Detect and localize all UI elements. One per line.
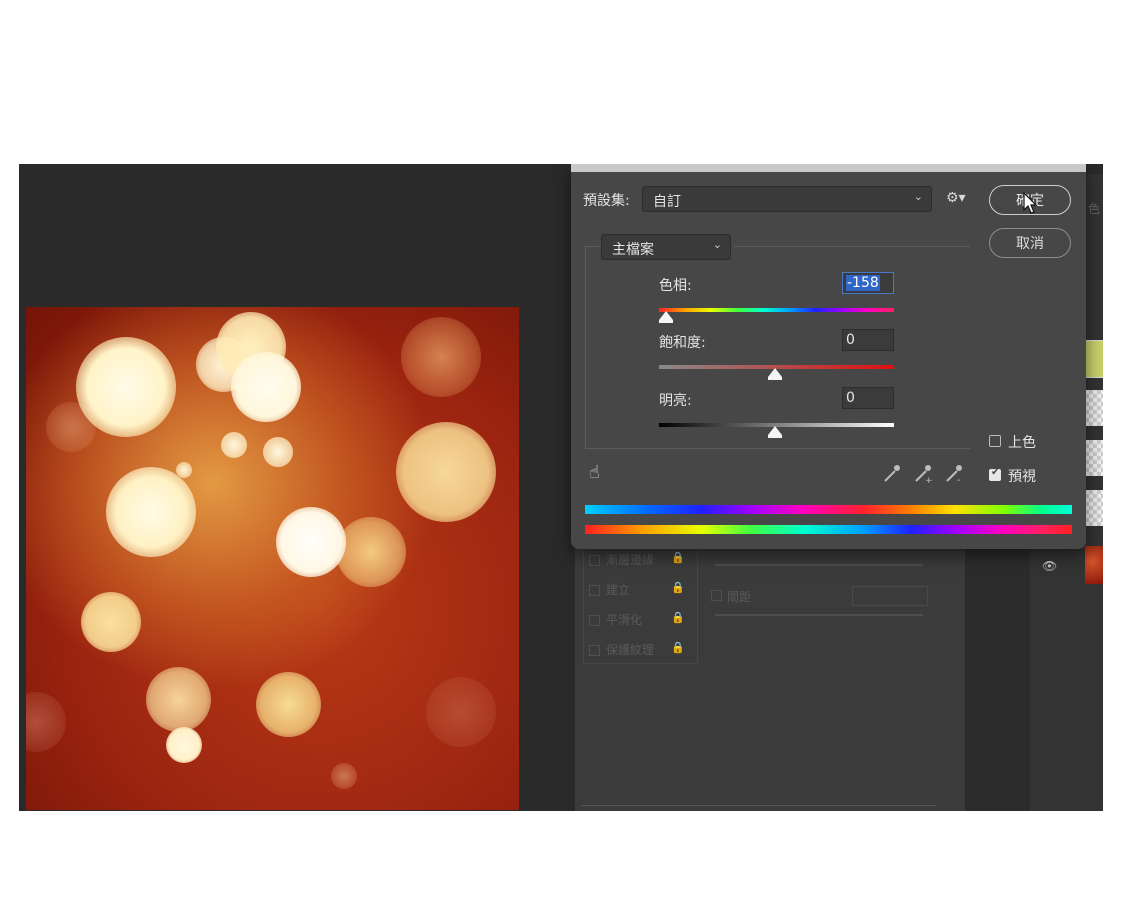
- preset-value: 自訂: [653, 194, 681, 210]
- bokeh-light: [166, 727, 202, 763]
- lightness-label: 明亮:: [659, 393, 692, 409]
- saturation-label: 飽和度:: [659, 335, 706, 351]
- layer-thumbnail[interactable]: [1085, 340, 1103, 378]
- divider: [581, 805, 936, 806]
- group-frame: [585, 448, 970, 449]
- checkbox: [589, 585, 600, 596]
- option-row: 保護紋理 🔒: [589, 641, 685, 657]
- bokeh-light: [401, 317, 481, 397]
- bokeh-light: [426, 677, 496, 747]
- spacing-field: [852, 586, 928, 606]
- bokeh-light: [106, 467, 196, 557]
- slider-track: [715, 564, 923, 566]
- lightness-slider-thumb[interactable]: [768, 426, 782, 438]
- bokeh-light: [396, 422, 496, 522]
- eyedropper-plus-icon[interactable]: +: [912, 462, 934, 484]
- bokeh-light: [221, 432, 247, 458]
- bokeh-light: [176, 462, 192, 478]
- panel-gap: [965, 524, 1030, 811]
- eyedropper-minus-icon[interactable]: -: [943, 462, 965, 484]
- hue-label: 色相:: [659, 278, 692, 294]
- hue-saturation-dialog: 預設集: 自訂 ⌄ ⚙▾ 確定 取消 主檔案 ⌄ 色相: -158 飽和度: 0…: [571, 164, 1086, 549]
- hue-value: -158: [846, 275, 880, 291]
- svg-text:+: +: [925, 476, 933, 484]
- saturation-input[interactable]: 0: [842, 329, 894, 351]
- chevron-down-icon: ⌄: [913, 190, 923, 203]
- checkbox: [589, 555, 600, 566]
- bokeh-light: [26, 692, 66, 752]
- photoshop-workspace: 漸層邊緣 🔒 建立 🔒 平滑化 🔒 保護紋理 🔒 間距 色 👁 預設集: 自訂 …: [19, 164, 1103, 811]
- bokeh-light: [256, 672, 321, 737]
- bokeh-light: [231, 352, 301, 422]
- option-label: 保護紋理: [606, 643, 655, 657]
- layer-thumbnail[interactable]: [1085, 440, 1103, 476]
- eyedropper-icon[interactable]: [881, 462, 903, 484]
- preview-checkbox[interactable]: [989, 467, 1001, 481]
- dialog-titlebar[interactable]: [571, 164, 1086, 172]
- preset-label: 預設集:: [583, 193, 630, 209]
- layer-thumbnail[interactable]: [1085, 546, 1103, 584]
- source-color-bar: [585, 525, 1072, 534]
- result-color-bar: [585, 505, 1072, 514]
- targeted-adjustment-hand-icon[interactable]: ☝: [589, 462, 600, 483]
- layer-style-panel: 漸層邊緣 🔒 建立 🔒 平滑化 🔒 保護紋理 🔒 間距: [575, 524, 965, 811]
- lightness-input[interactable]: 0: [842, 387, 894, 409]
- layer-thumbnail[interactable]: [1085, 490, 1103, 526]
- gear-icon[interactable]: ⚙▾: [946, 190, 966, 206]
- preview-label[interactable]: 預視: [1008, 466, 1036, 486]
- colorize-checkbox[interactable]: [989, 435, 1001, 447]
- document-canvas-bokeh-image[interactable]: [26, 307, 519, 810]
- bokeh-light: [263, 437, 293, 467]
- lock-icon: 🔒: [671, 551, 685, 564]
- slider-track: [715, 614, 923, 616]
- option-row: 漸層邊緣 🔒: [589, 551, 685, 567]
- option-row: 建立 🔒: [589, 581, 685, 597]
- cancel-button[interactable]: 取消: [989, 228, 1071, 258]
- channel-dropdown[interactable]: 主檔案 ⌄: [601, 234, 731, 260]
- bokeh-light: [331, 763, 357, 789]
- hue-slider-thumb[interactable]: [659, 311, 673, 323]
- chevron-down-icon: ⌄: [712, 238, 722, 251]
- bokeh-light: [76, 337, 176, 437]
- checkbox: [589, 645, 600, 656]
- channel-value: 主檔案: [612, 242, 654, 258]
- saturation-slider-thumb[interactable]: [768, 368, 782, 380]
- layer-thumbnail[interactable]: [1085, 390, 1103, 426]
- option-row: 平滑化 🔒: [589, 611, 685, 627]
- lock-icon: 🔒: [671, 581, 685, 594]
- group-frame: [585, 246, 586, 448]
- bokeh-light: [81, 592, 141, 652]
- panel-tab-label[interactable]: 色: [1088, 200, 1100, 217]
- bokeh-light: [146, 667, 211, 732]
- checkbox: [589, 615, 600, 626]
- spacing-label: 間距: [727, 590, 752, 604]
- hue-slider[interactable]: [659, 308, 894, 312]
- bokeh-light: [336, 517, 406, 587]
- lightness-value: 0: [846, 390, 855, 406]
- mouse-cursor-icon: [1023, 192, 1038, 214]
- group-frame: [585, 246, 601, 247]
- option-label: 平滑化: [606, 613, 643, 627]
- svg-text:-: -: [957, 475, 961, 484]
- checkbox: [711, 588, 722, 604]
- preset-dropdown[interactable]: 自訂 ⌄: [642, 186, 932, 212]
- group-frame: [734, 246, 970, 247]
- hue-input[interactable]: -158: [842, 272, 894, 294]
- visibility-eye-icon[interactable]: 👁: [1042, 559, 1060, 573]
- lock-icon: 🔒: [671, 641, 685, 654]
- saturation-value: 0: [846, 332, 855, 348]
- option-label: 漸層邊緣: [606, 553, 655, 567]
- lock-icon: 🔒: [671, 611, 685, 624]
- option-label: 建立: [606, 583, 631, 597]
- colorize-label[interactable]: 上色: [1008, 432, 1036, 452]
- bokeh-light: [276, 507, 346, 577]
